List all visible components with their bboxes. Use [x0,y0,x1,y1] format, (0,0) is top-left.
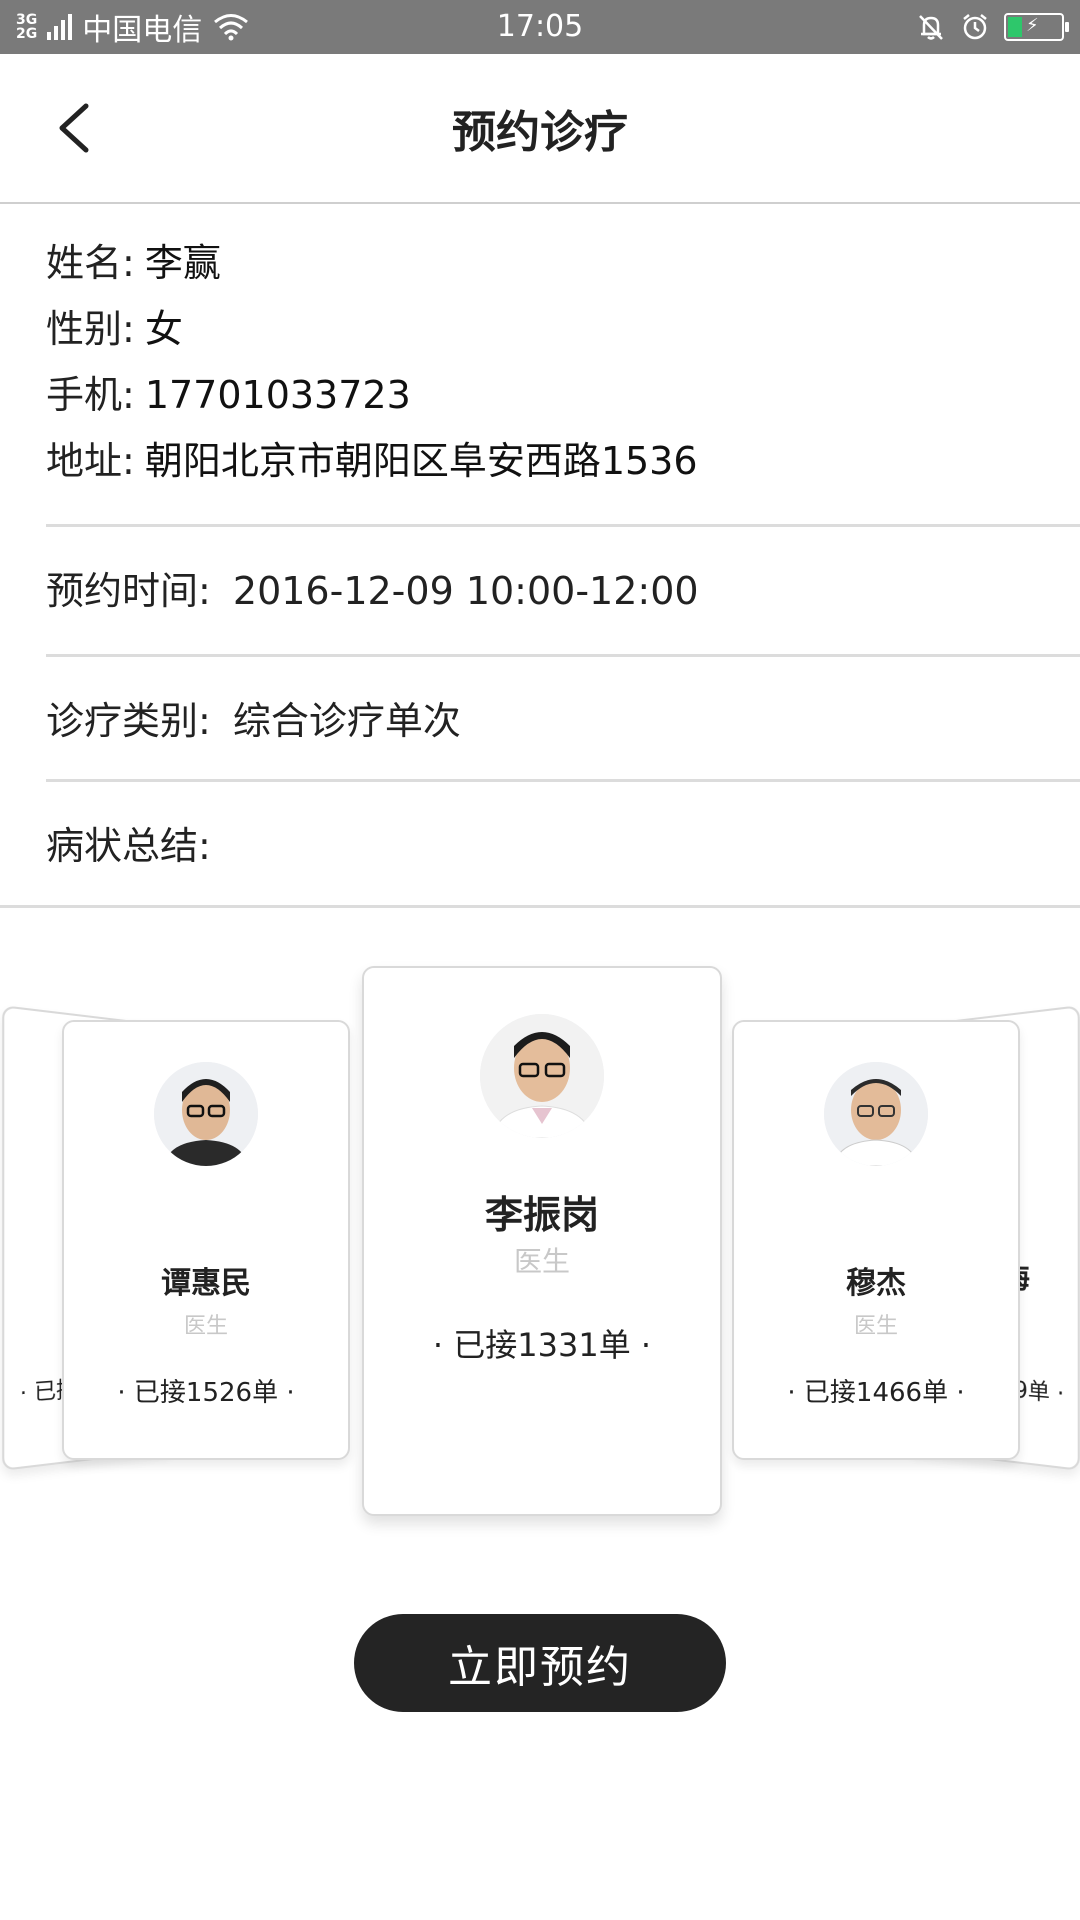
doctor-role: 医生 [853,1314,898,1339]
name-value: 李赢 [144,241,221,285]
doctor-name: 谭惠民 [161,1266,251,1301]
book-now-button[interactable]: 立即预约 [354,1614,726,1712]
doctor-card[interactable]: 谭惠民 医生 · 已接1526单 · [62,1020,350,1460]
category-label: 诊疗类别: [46,699,211,743]
divider [46,779,1080,782]
divider [46,654,1080,657]
address-label: 地址: [46,439,135,483]
symptoms-row[interactable]: 病状总结: [46,815,211,870]
doctor-avatar [824,1062,928,1166]
bell-muted-icon [919,15,943,40]
page-title: 预约诊疗 [452,107,628,158]
status-right: ⚡ [916,0,1069,54]
phone-value: 17701033723 [144,373,411,417]
doctor-orders: · 已接1526单 · [117,1378,295,1408]
name-row: 姓名: 李赢 [46,230,698,296]
category-value: 综合诊疗单次 [232,699,461,743]
patient-info: 姓名: 李赢 性别: 女 手机: 17701033723 地址: 朝阳北京市朝阳… [46,230,698,494]
battery-charging-icon: ⚡ [1004,13,1069,41]
name-label: 姓名: [46,241,135,285]
nav-header: 预约诊疗 [0,54,1080,204]
doctor-card[interactable]: 穆杰 医生 · 已接1466单 · [732,1020,1020,1460]
address-row: 地址: 朝阳北京市朝阳区阜安西路1536 [46,428,698,494]
divider [46,524,1080,527]
doctor-role: 医生 [183,1314,228,1339]
category-row[interactable]: 诊疗类别: 综合诊疗单次 [46,690,461,745]
doctor-avatar [154,1062,258,1166]
appointment-time-value: 2016-12-09 10:00-12:00 [232,569,699,613]
doctor-carousel[interactable]: 卓越 医生 · 已接1477单 · 谭惠民 医生 · 已接1526单 · [0,950,1080,1530]
doctor-name: 穆杰 [846,1266,906,1301]
section-divider [0,905,1080,908]
phone-label: 手机: [46,373,135,417]
doctor-name: 李振岗 [484,1193,599,1237]
status-bar: 3G 2G 中国电信 17:05 ⚡ [0,0,1080,54]
gender-value: 女 [144,307,183,351]
address-value: 朝阳北京市朝阳区阜安西路1536 [144,439,698,483]
doctor-avatar [480,1014,604,1138]
appointment-time-label: 预约时间: [46,569,211,613]
gender-label: 性别: [46,307,135,351]
doctor-orders: · 已接1331单 · [432,1326,652,1364]
appointment-time-row[interactable]: 预约时间: 2016-12-09 10:00-12:00 [46,560,699,615]
doctor-card-selected[interactable]: 李振岗 医生 · 已接1331单 · [362,966,722,1516]
doctor-role: 医生 [513,1245,570,1278]
gender-row: 性别: 女 [46,296,698,362]
symptoms-label: 病状总结: [46,824,211,868]
alarm-icon [963,14,987,40]
doctor-orders: · 已接1466单 · [787,1378,965,1408]
phone-row: 手机: 17701033723 [46,362,698,428]
